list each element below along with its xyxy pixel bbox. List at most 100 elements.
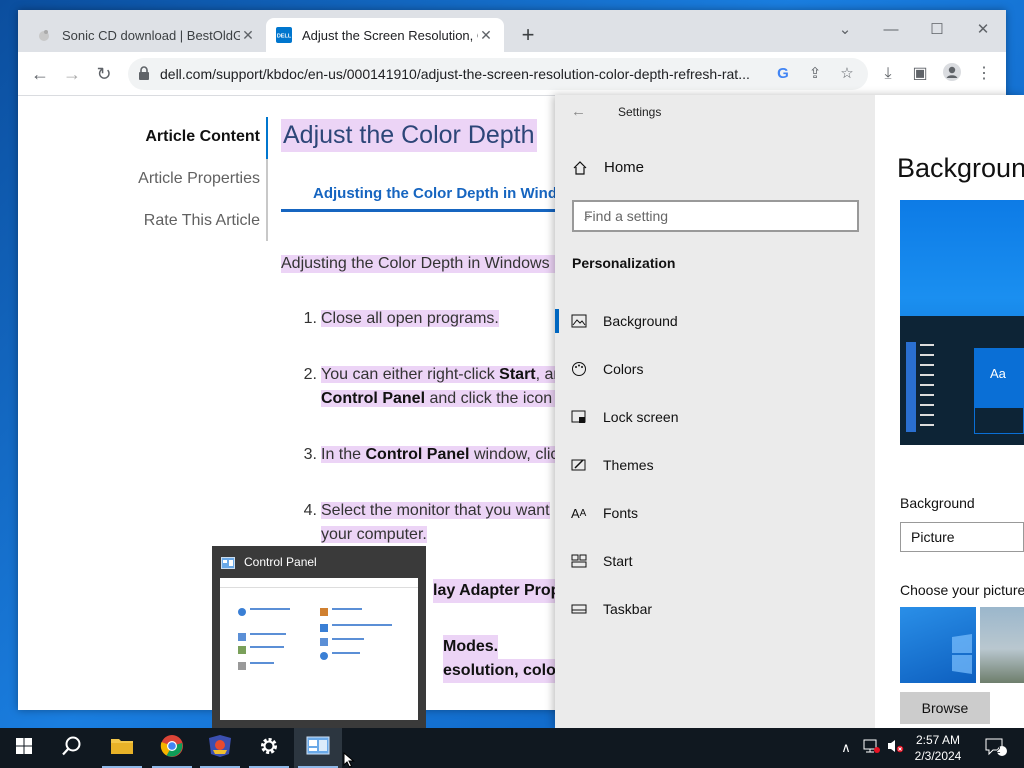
network-icon[interactable] (862, 738, 882, 758)
taskbar-search-button[interactable] (48, 728, 96, 768)
control-panel-thumbnail-preview[interactable]: Control Panel (212, 546, 426, 728)
settings-home-link[interactable]: Home (572, 159, 644, 176)
taskbar-settings[interactable] (245, 728, 293, 768)
download-icon[interactable]: ⤓ (876, 62, 900, 86)
bestoldgames-favicon-icon (36, 27, 52, 43)
file-explorer-icon (110, 736, 134, 761)
thumbnail-title: Control Panel (244, 555, 317, 569)
personalization-heading: Personalization (572, 255, 676, 271)
settings-item-colors[interactable]: Colors (555, 349, 875, 389)
taskbar-clock[interactable]: 2:57 AM 2/3/2024 (906, 732, 970, 764)
background-page-title: Background (897, 153, 1024, 183)
control-panel-miniature (220, 578, 418, 720)
background-label: Background (900, 495, 975, 511)
action-center-icon[interactable]: 2 (982, 738, 1010, 758)
dell-favicon-text: DELL (277, 34, 292, 40)
desktop-preview: Aa (900, 200, 1024, 445)
preview-sample-text: Aa (990, 366, 1006, 381)
control-panel-icon (306, 736, 330, 761)
chrome-menu-icon[interactable]: ⋮ (972, 62, 996, 86)
lock-icon (138, 66, 150, 80)
settings-title: Settings (618, 105, 662, 119)
home-icon (572, 160, 604, 176)
sonic-game-icon (207, 734, 233, 763)
dell-favicon-icon: DELL (276, 27, 292, 43)
tab-title: Adjust the Screen Resolution, Co (302, 27, 478, 43)
taskbar-file-explorer[interactable] (98, 728, 146, 768)
url-text[interactable]: dell.com/support/kbdoc/en-us/000141910/a… (160, 66, 768, 82)
new-tab-button[interactable]: + (516, 24, 540, 48)
minimize-button[interactable]: — (868, 16, 914, 44)
mouse-cursor-icon (343, 751, 355, 768)
maximize-button[interactable]: ☐ (914, 16, 960, 44)
volume-muted-icon[interactable] (886, 738, 906, 758)
close-tab-icon[interactable]: ✕ (240, 27, 256, 44)
start-button[interactable] (0, 728, 48, 768)
profile-avatar-icon[interactable] (940, 62, 964, 86)
settings-item-fonts[interactable]: AA Fonts (555, 493, 875, 533)
side-panel-icon[interactable]: ▣ (908, 62, 932, 86)
bookmark-star-icon[interactable]: ☆ (837, 64, 857, 84)
back-arrow-icon[interactable]: ← (571, 103, 586, 120)
share-icon[interactable]: ⇪ (805, 64, 825, 84)
tab-strip: Sonic CD download | BestOldGam ✕ DELL Ad… (18, 10, 1006, 52)
windows-taskbar: ∧ 2:57 AM 2/3/2024 2 (0, 728, 1024, 768)
windows-start-icon (16, 737, 32, 759)
start-layout-icon (555, 554, 603, 568)
tab-dell-article[interactable]: DELL Adjust the Screen Resolution, Co ✕ (266, 18, 504, 52)
settings-window: ← Settings Home Find a setting ⌕ Persona… (555, 95, 1024, 728)
tab-title: Sonic CD download | BestOldGam (62, 27, 240, 43)
partial-step-text: Modes. (443, 635, 499, 659)
settings-sidebar: ← Settings Home Find a setting ⌕ Persona… (555, 95, 875, 728)
find-setting-input[interactable]: Find a setting ⌕ (572, 200, 859, 232)
article-heading: Adjust the Color Depth (281, 119, 537, 152)
search-icon (61, 735, 83, 762)
picture-icon (555, 314, 603, 328)
search-icon: ⌕ (584, 208, 592, 223)
show-hidden-icons-chevron-icon[interactable]: ∧ (838, 738, 854, 758)
preview-taskbar: Aa (900, 316, 1024, 445)
settings-item-lock-screen[interactable]: Lock screen (555, 397, 875, 437)
settings-gear-icon (258, 735, 280, 762)
google-g-icon[interactable]: G (773, 64, 793, 84)
list-item: 1. Close all open programs. (303, 310, 499, 327)
settings-item-themes[interactable]: Themes (555, 445, 875, 485)
chrome-icon (160, 734, 184, 763)
toc-active-indicator (266, 117, 268, 159)
clock-date: 2/3/2024 (914, 749, 962, 763)
toc-rate-article[interactable]: Rate This Article (144, 212, 260, 230)
clock-time: 2:57 AM (915, 733, 961, 747)
intro-text: Adjusting the Color Depth in Windows 10: (281, 255, 577, 273)
taskbar-sonic-game[interactable] (196, 728, 244, 768)
tab-sonic-cd[interactable]: Sonic CD download | BestOldGam ✕ (26, 18, 266, 52)
control-panel-icon (221, 556, 235, 569)
settings-item-start[interactable]: Start (555, 541, 875, 581)
picture-thumbnail[interactable] (980, 607, 1024, 683)
list-item: 2. You can either right-click Start, and… (303, 366, 572, 407)
lock-screen-icon (555, 410, 603, 424)
background-type-select[interactable]: Picture (900, 522, 1024, 552)
notification-count-badge: 2 (995, 745, 1001, 756)
back-arrow-icon[interactable]: ← (26, 60, 54, 88)
forward-arrow-icon[interactable]: → (58, 60, 86, 88)
close-window-button[interactable]: ✕ (960, 16, 1006, 44)
toc-article-properties[interactable]: Article Properties (138, 170, 260, 188)
taskbar-control-panel[interactable] (294, 728, 342, 768)
themes-brush-icon (555, 458, 603, 472)
taskbar-icon (555, 604, 603, 614)
choose-picture-label: Choose your picture (900, 582, 1024, 598)
close-tab-icon[interactable]: ✕ (478, 27, 494, 44)
taskbar-chrome[interactable] (148, 728, 196, 768)
address-bar[interactable]: dell.com/support/kbdoc/en-us/000141910/a… (128, 58, 868, 90)
list-item: 4. Select the monitor that you want your… (303, 502, 550, 543)
browser-toolbar: ← → ↻ dell.com/support/kbdoc/en-us/00014… (18, 52, 1006, 96)
picture-thumbnail[interactable] (900, 607, 976, 683)
list-item: 3. In the Control Panel window, click (303, 446, 567, 463)
settings-item-background[interactable]: Background (555, 301, 875, 341)
fonts-icon: AA (571, 505, 587, 521)
browse-button[interactable]: Browse (900, 692, 990, 724)
toc-article-content[interactable]: Article Content (145, 128, 260, 146)
reload-icon[interactable]: ↻ (90, 60, 118, 88)
tab-search-chevron-icon[interactable]: ⌄ (822, 16, 868, 44)
settings-item-taskbar[interactable]: Taskbar (555, 589, 875, 629)
